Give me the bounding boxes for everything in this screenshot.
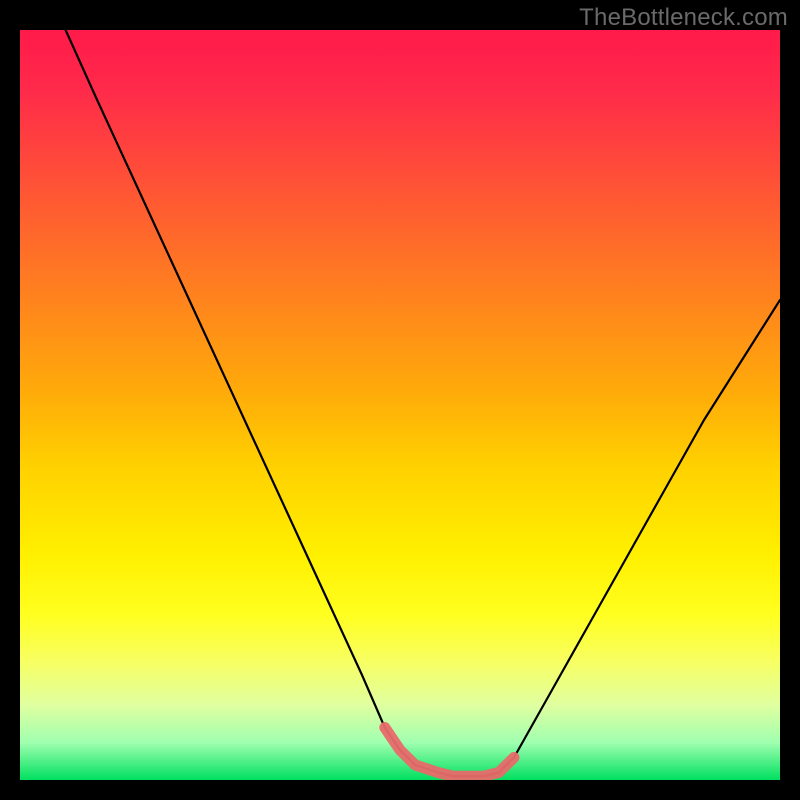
curve-svg	[20, 30, 780, 780]
watermark-text: TheBottleneck.com	[579, 4, 788, 32]
plot-area	[20, 30, 780, 780]
optimal-range-highlight	[385, 728, 514, 777]
chart-container: TheBottleneck.com	[0, 0, 800, 800]
bottleneck-curve	[66, 30, 780, 776]
